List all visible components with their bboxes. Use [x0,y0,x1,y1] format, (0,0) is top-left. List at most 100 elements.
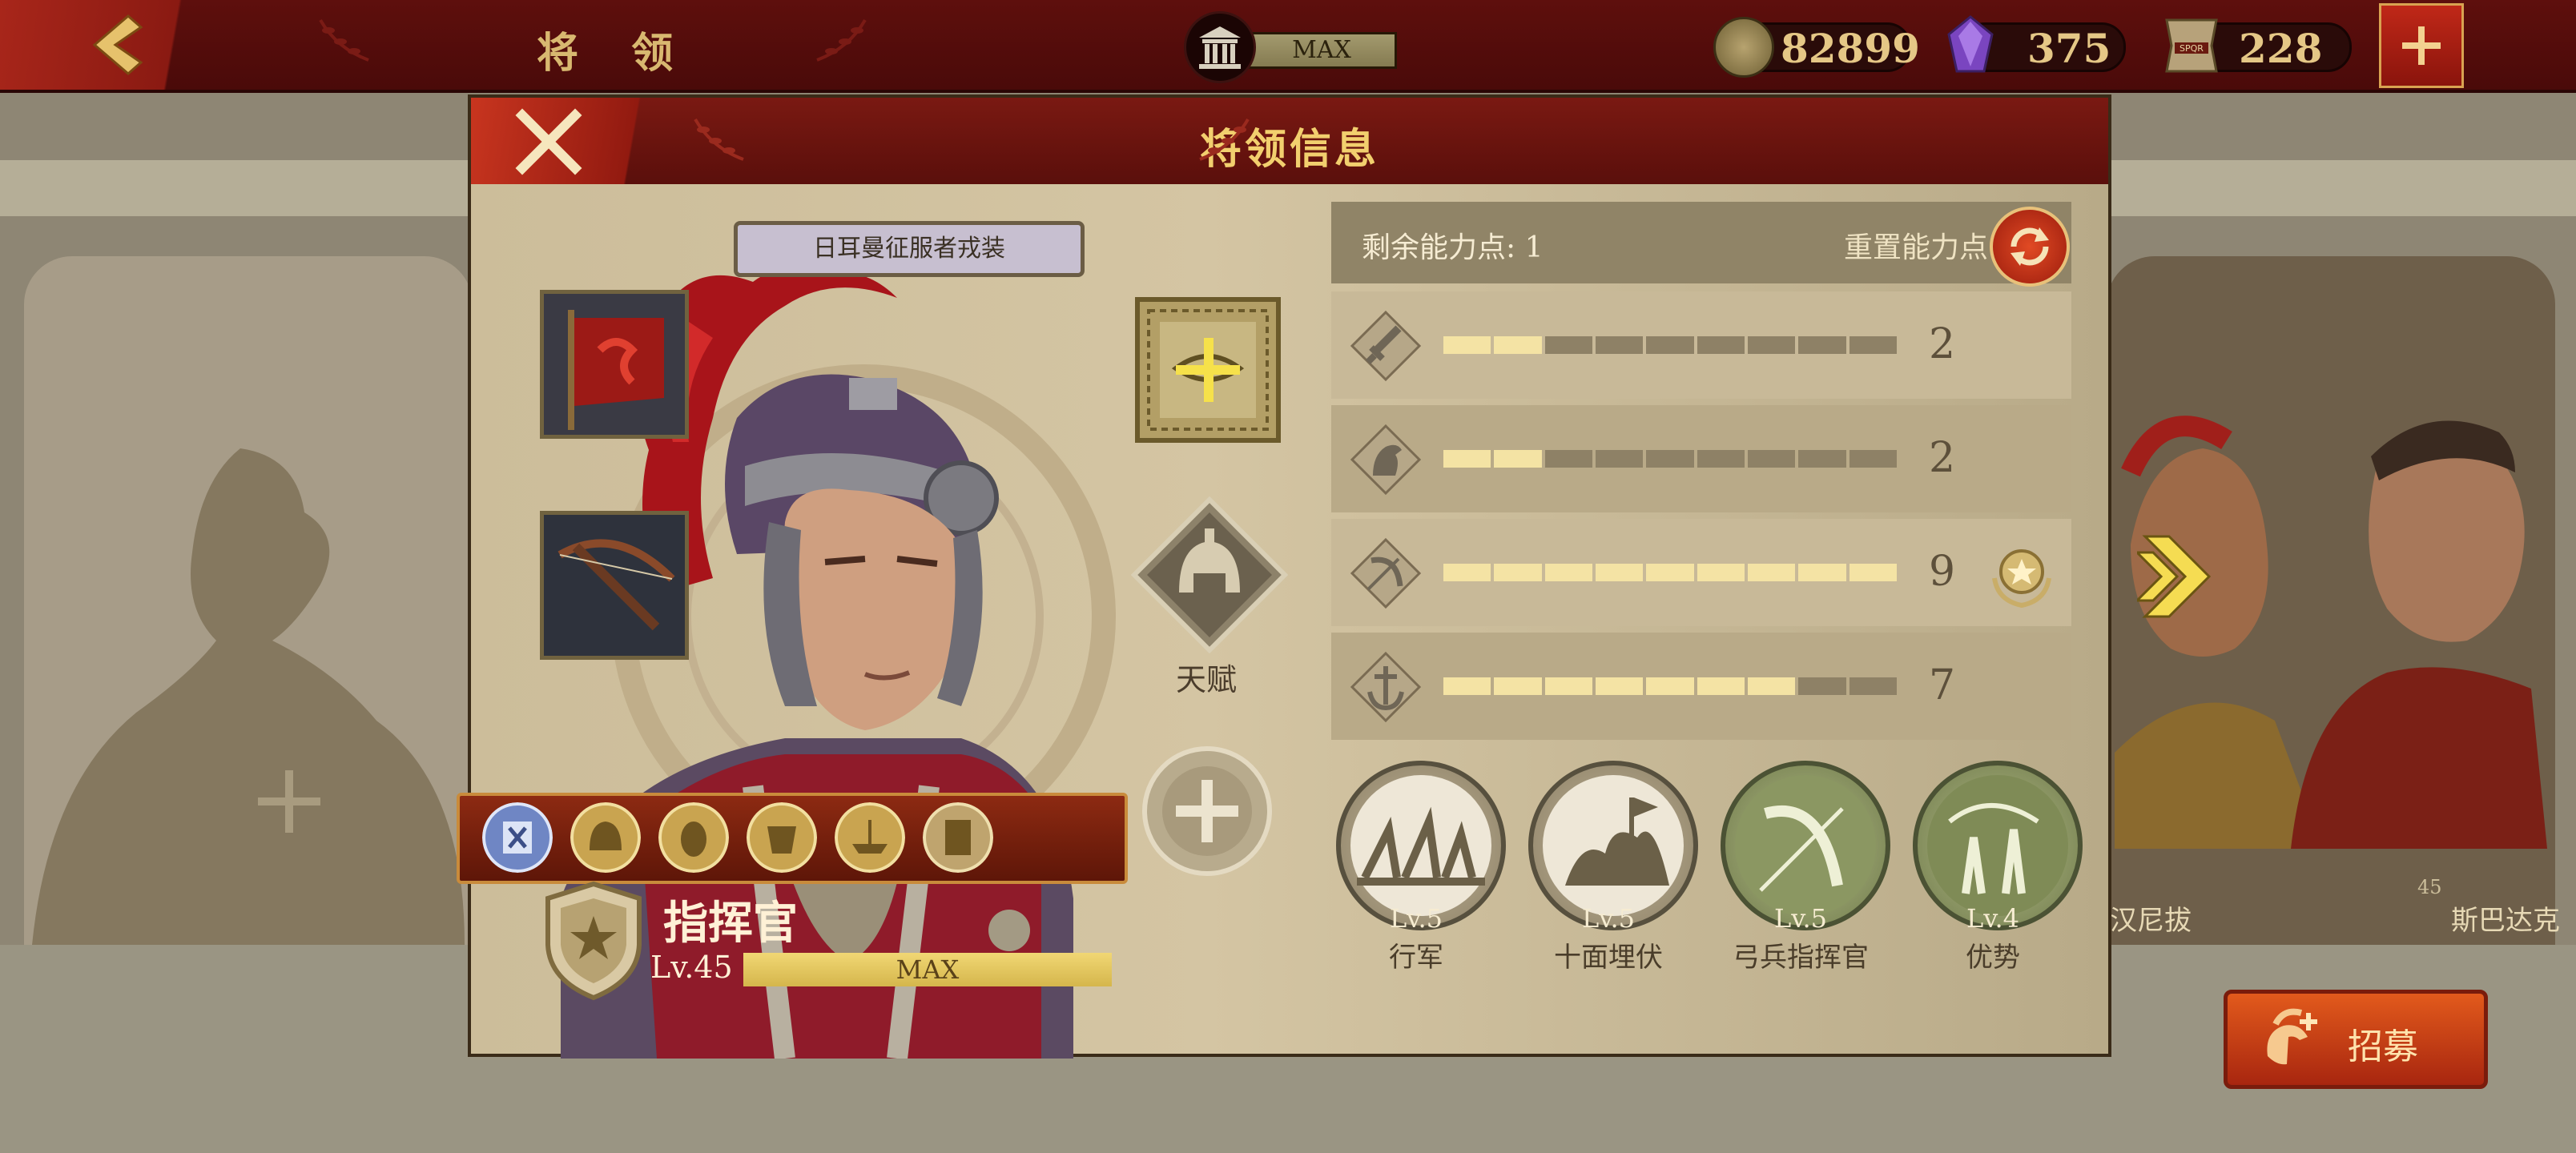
add-skill-plus-icon[interactable] [1141,745,1274,878]
outfit-button[interactable]: 日耳曼征服者戎装 [734,221,1085,277]
stat-segment-filled [1443,450,1491,468]
sword-icon [1350,310,1422,382]
max-star-badge-icon [1992,549,2051,609]
level-progress-bar: MAX [743,953,1112,986]
add-resources-button[interactable] [2379,3,2464,88]
bow-icon [1350,537,1422,609]
reset-points-label[interactable]: 重置能力点 [1844,224,1988,266]
laurel-left-icon [319,19,369,62]
horse-icon [1350,424,1422,496]
gem-icon [1947,15,1994,73]
talent-helmet-icon[interactable] [1131,496,1288,653]
gold-counter[interactable]: 82899 [1713,17,1920,78]
tablet-skill-icon[interactable] [923,802,993,873]
war-banner-icon [544,294,685,435]
svg-text:SPQR: SPQR [2180,43,2204,54]
add-hero-plus-icon[interactable] [255,767,324,836]
attack-points-bar [1443,336,1897,354]
stat-segment-empty [1798,336,1846,354]
skills-strip [457,793,1128,884]
stat-segment-filled [1646,677,1694,695]
stat-segment-filled [1494,450,1542,468]
next-hero-arrow-icon[interactable] [2137,528,2217,625]
stat-segment-empty [1747,450,1796,468]
ability-ambush-name: 十面埋伏 [1554,942,1663,974]
back-button[interactable] [0,0,240,90]
anchor-icon [1350,651,1422,723]
scarab-skill-icon[interactable] [658,802,729,873]
stat-segment-filled [1544,564,1592,581]
dialog-header: 将领信息 [471,98,2108,184]
close-icon [515,108,582,175]
stat-row-archery: 9 [1331,519,2071,626]
laurel-right-icon [816,19,867,62]
commander-rank-badge [545,881,642,1001]
stat-segment-filled [1494,677,1542,695]
stat-segment-empty [1849,450,1897,468]
helmet-skill-icon[interactable] [570,802,641,873]
cavalry-points-bar [1443,450,1897,468]
close-button[interactable] [471,98,679,184]
eye-of-horus-plus-icon [1135,297,1281,443]
crossbow-equip-slot[interactable] [540,511,689,660]
talent-label: 天赋 [1176,662,1238,697]
stat-segment-filled [1494,564,1542,581]
gems-counter[interactable]: 375 [1947,15,2126,73]
chevron-left-icon [92,14,143,75]
ship-skill-icon[interactable] [835,802,905,873]
stat-segment-filled [1443,677,1491,695]
stat-segment-filled [1646,564,1694,581]
building-level-bar: MAX [1246,32,1397,69]
helmet-plus-icon [2267,1008,2317,1065]
laurel-right-icon [1199,119,1250,161]
temple-icon [1199,26,1241,69]
dialog-title: 将领信息 [1199,125,1379,174]
armor-skill-icon[interactable] [747,802,817,873]
building-button[interactable] [1184,11,1256,83]
ability-archer-commander-name: 弓兵指挥官 [1733,942,1869,974]
spqr-banner-icon: SPQR [2165,18,2218,73]
stat-row-attack: 2 [1331,291,2071,399]
stat-segment-filled [1544,677,1592,695]
stat-segment-empty [1798,677,1846,695]
archers-icon [1927,775,2068,916]
ability-ambush-level: Lv.5 [1581,903,1636,934]
stat-segment-empty [1646,450,1694,468]
add-equipment-slot[interactable] [1134,296,1282,444]
stat-segment-empty [1697,336,1745,354]
stat-segment-empty [1697,450,1745,468]
stat-segment-empty [1646,336,1694,354]
hero-name-spartacus: 斯巴达克 [2451,905,2560,937]
gems-value: 375 [2027,25,2111,72]
gold-value: 82899 [1781,25,1920,72]
cavalry-value: 2 [1929,434,1956,482]
stat-segment-empty [1544,336,1592,354]
stat-segment-filled [1697,564,1745,581]
rank-title: 指挥官 [663,897,798,950]
coin-icon [1713,17,1774,78]
marching-soldiers-icon [1350,775,1491,916]
recruit-button[interactable]: 招募 [2224,990,2488,1089]
stat-segment-filled [1747,564,1796,581]
banner-equip-slot[interactable] [540,290,689,439]
bow-emblem-icon [1735,775,1876,916]
shield-skill-icon[interactable] [482,802,553,873]
hero-name-hannibal: 汉尼拔 [2110,905,2192,937]
stat-segment-empty [1798,450,1846,468]
stat-segment-filled [1798,564,1846,581]
tokens-counter[interactable]: SPQR 228 [2165,18,2352,73]
recruit-label: 招募 [2348,1026,2418,1067]
building-level-text: MAX [1292,36,1351,64]
tokens-value: 228 [2239,25,2323,72]
ability-points-row: 剩余能力点: 1 重置能力点 [1331,202,2071,287]
stat-segment-empty [1747,336,1796,354]
reset-points-button[interactable] [1990,207,2070,287]
stat-segment-empty [1849,677,1897,695]
stat-segment-filled [1595,564,1644,581]
stat-segment-filled [1697,677,1745,695]
stat-segment-filled [1595,677,1644,695]
stat-segment-empty [1595,336,1644,354]
naval-value: 7 [1929,661,1956,709]
stat-segment-filled [1494,336,1542,354]
ability-advantage-name: 优势 [1966,942,2020,974]
